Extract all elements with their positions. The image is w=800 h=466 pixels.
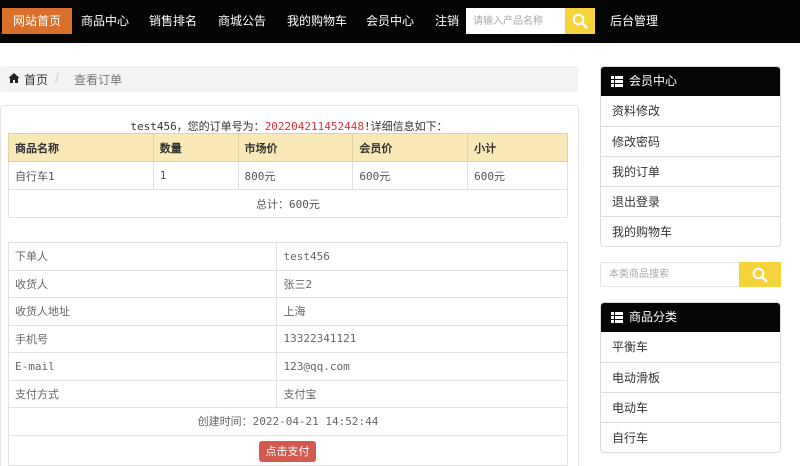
cell-product-name: 自行车1 [8,161,154,190]
home-icon [8,73,20,83]
sidebar-item-electric-bike[interactable]: 电动车 [601,392,780,422]
member-center-header: 会员中心 [601,67,780,96]
cell-market-price: 800元 [237,161,354,190]
sidebar-item-edit-profile[interactable]: 资料修改 [601,96,780,126]
order-number: 202204211452448 [264,120,365,133]
table-row: 自行车1 1 800元 600元 600元 [8,161,568,190]
info-row: 收货人地址 上海 [7,297,568,326]
nav-cart[interactable]: 我的购物车 [287,8,347,34]
order-items-table: 商品名称 数量 市场价 会员价 小计 自行车1 1 800元 600元 600元… [8,133,568,218]
category-title: 商品分类 [629,310,678,324]
sidebar-item-my-cart[interactable]: 我的购物车 [601,216,780,246]
col-header-market-price: 市场价 [237,133,354,162]
product-search-button[interactable] [565,8,595,34]
sidebar-item-logout[interactable]: 退出登录 [601,186,780,216]
order-total: 总计：600元 [8,189,568,218]
info-label: 收货人地址 [7,297,278,326]
search-icon [572,13,588,29]
info-row: 支付方式 支付宝 [7,379,568,408]
cell-member-price: 600元 [352,161,469,190]
info-value: 上海 [276,297,568,326]
list-icon [611,76,623,87]
category-header: 商品分类 [601,303,780,332]
info-label: E-mail [7,352,278,381]
created-row: 创建时间：2022-04-21 14:52:44 [8,407,568,436]
order-intro-prefix: test456，您的订单号为： [130,120,265,133]
col-header-subtotal: 小计 [467,133,568,162]
total-row: 总计：600元 [8,189,568,218]
col-header-member-price: 会员价 [352,133,469,162]
cell-quantity: 1 [152,161,239,190]
nav-admin[interactable]: 后台管理 [610,8,658,34]
order-intro-suffix: !详细信息如下： [364,120,448,133]
info-row: 收货人 张三2 [7,269,568,298]
breadcrumb-current: 查看订单 [74,73,123,87]
sidebar-item-electric-skateboard[interactable]: 电动滑板 [601,362,780,392]
info-value: 张三2 [276,269,568,298]
breadcrumb-separator: / [55,71,60,85]
info-value: 支付宝 [276,379,568,408]
nav-sales-ranking[interactable]: 销售排名 [149,8,197,34]
info-row: E-mail 123@qq.com [7,352,568,381]
nav-logout[interactable]: 注销 [435,8,459,34]
list-icon [611,312,623,323]
sidebar-item-balance-scooter[interactable]: 平衡车 [601,332,780,362]
table-header-row: 商品名称 数量 市场价 会员价 小计 [8,133,568,162]
info-value: 123@qq.com [276,352,568,381]
product-search-input[interactable] [466,8,565,34]
member-center-box: 会员中心 资料修改 修改密码 我的订单 退出登录 我的购物车 [600,66,781,247]
category-search-input[interactable] [600,262,739,287]
nav-member-center[interactable]: 会员中心 [366,8,414,34]
order-created-time: 创建时间：2022-04-21 14:52:44 [8,407,568,436]
col-header-quantity: 数量 [152,133,239,162]
info-label: 收货人 [7,269,278,298]
sidebar-item-my-orders[interactable]: 我的订单 [601,156,780,186]
info-label: 手机号 [7,324,278,353]
order-info-table: 下单人 test456 收货人 张三2 收货人地址 上海 手机号 13322341121… [7,242,568,466]
member-center-title: 会员中心 [629,74,678,88]
cell-subtotal: 600元 [467,161,568,190]
col-header-name: 商品名称 [8,133,154,162]
info-row: 下单人 test456 [7,242,568,271]
search-icon [752,267,768,283]
pay-button[interactable]: 点击支付 [259,441,316,462]
nav-products[interactable]: 商品中心 [81,8,129,34]
order-intro: test456，您的订单号为：202204211452448!详细信息如下： [0,118,578,134]
info-value: test456 [276,242,568,271]
info-value: 13322341121 [276,324,568,353]
breadcrumb: 首页 / 查看订单 [0,66,578,92]
category-box: 商品分类 平衡车 电动滑板 电动车 自行车 [600,302,781,453]
sidebar-item-bicycle[interactable]: 自行车 [601,422,780,452]
sidebar-item-change-password[interactable]: 修改密码 [601,126,780,156]
top-navbar: 网站首页 商品中心 销售排名 商城公告 我的购物车 会员中心 注销 后台管理 [0,0,800,43]
nav-announcements[interactable]: 商城公告 [218,8,266,34]
nav-home[interactable]: 网站首页 [2,8,73,34]
info-label: 支付方式 [7,379,278,408]
category-search-button[interactable] [739,262,781,287]
breadcrumb-home-link[interactable]: 首页 [24,71,48,88]
info-row: 手机号 13322341121 [7,324,568,353]
info-label: 下单人 [7,242,278,271]
